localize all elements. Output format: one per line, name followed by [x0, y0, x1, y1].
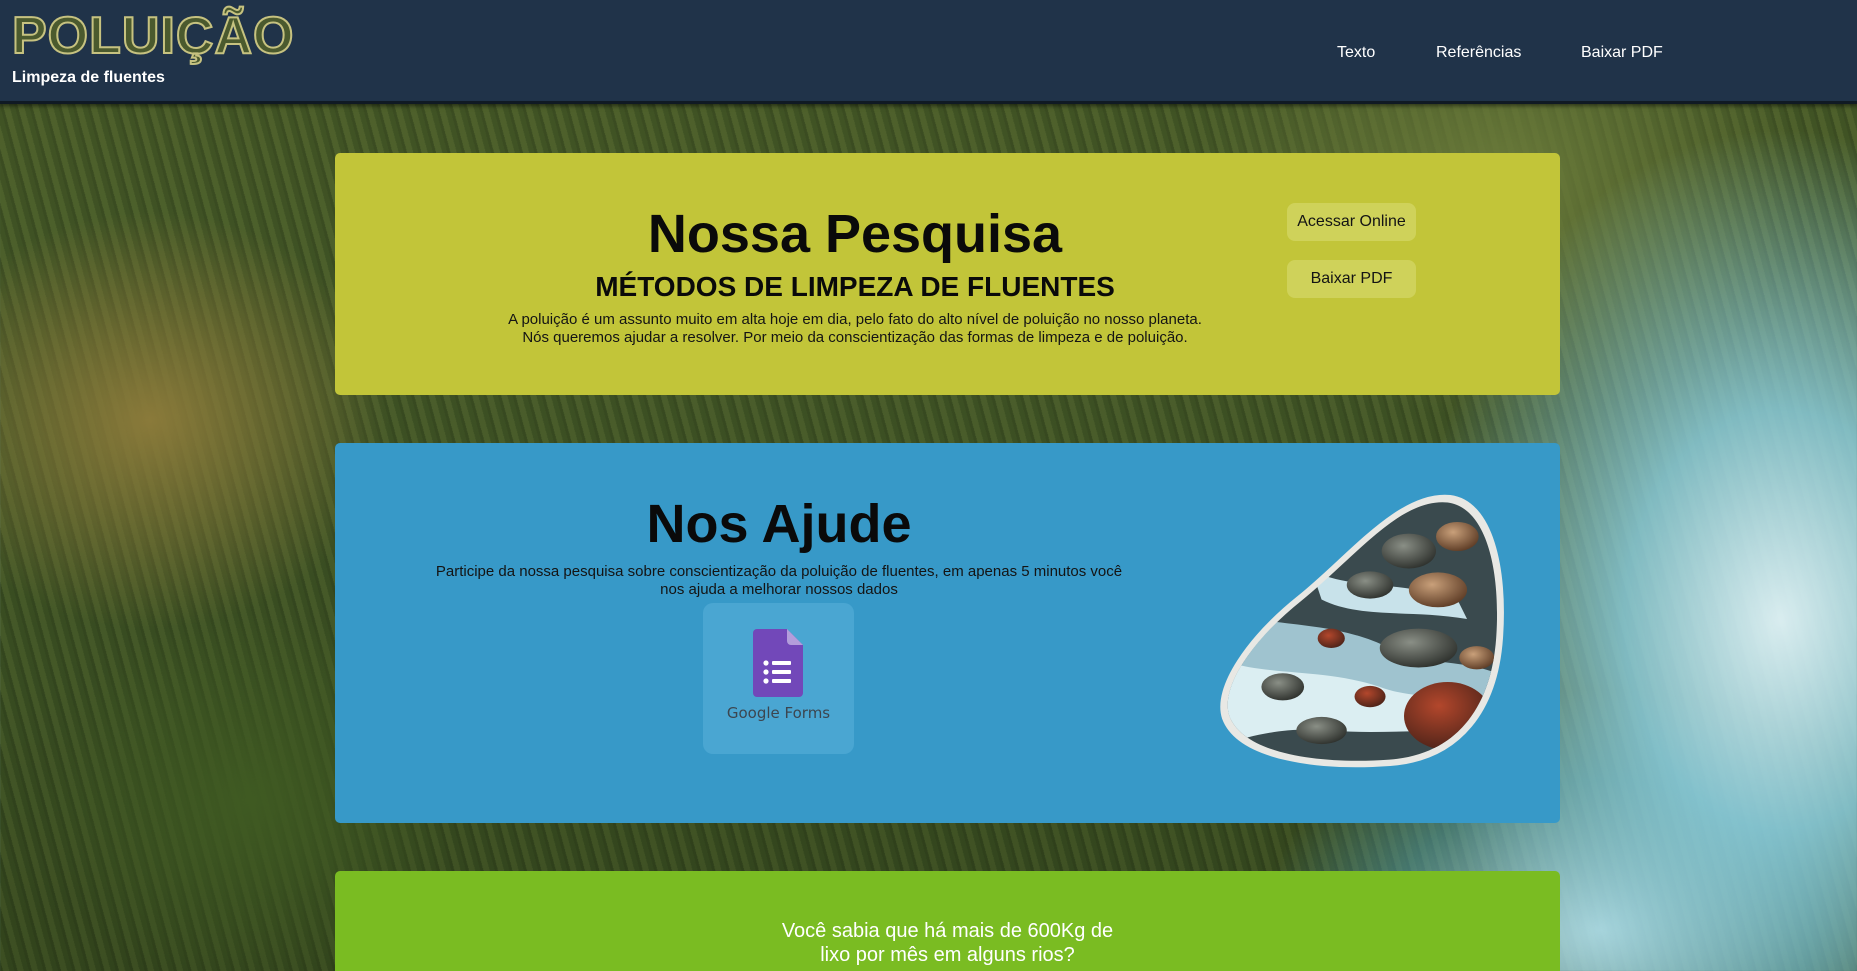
- google-forms-link[interactable]: Google Forms: [703, 603, 854, 754]
- brand-title: POLUIÇÃO: [11, 7, 295, 65]
- help-text-line1: Participe da nossa pesquisa sobre consci…: [435, 563, 1123, 580]
- research-text-line1: A poluição é um assunto muito em alta ho…: [508, 311, 1202, 328]
- fact-text: Você sabia que há mais de 600Kg de lixo …: [335, 919, 1560, 967]
- research-description: A poluição é um assunto muito em alta ho…: [470, 311, 1240, 347]
- brand-subtitle: Limpeza de fluentes: [12, 69, 165, 86]
- access-online-button[interactable]: Acessar Online: [1287, 203, 1416, 241]
- fact-section: Você sabia que há mais de 600Kg de lixo …: [335, 871, 1560, 971]
- research-subtitle: MÉTODOS DE LIMPEZA DE FLUENTES: [595, 271, 1115, 302]
- nav-link-referencias[interactable]: Referências: [1436, 44, 1521, 62]
- help-description: Participe da nossa pesquisa sobre consci…: [399, 563, 1159, 599]
- river-stream-image: [1220, 494, 1504, 768]
- research-title: Nossa Pesquisa: [647, 204, 1063, 264]
- help-section: Nos Ajude Participe da nossa pesquisa so…: [335, 443, 1560, 823]
- fact-text-line1: Você sabia que há mais de 600Kg de: [781, 920, 1114, 942]
- help-title: Nos Ajude: [646, 494, 912, 554]
- site-header: POLUIÇÃO Limpeza de fluentes Texto Refer…: [0, 0, 1857, 104]
- google-forms-label: Google Forms: [726, 704, 831, 722]
- nav-link-texto[interactable]: Texto: [1337, 44, 1375, 62]
- research-section: Nossa Pesquisa MÉTODOS DE LIMPEZA DE FLU…: [335, 153, 1560, 395]
- nav-link-baixar-pdf[interactable]: Baixar PDF: [1581, 44, 1663, 62]
- help-text-line2: nos ajuda a melhorar nossos dados: [660, 581, 898, 598]
- google-forms-icon: [753, 629, 803, 697]
- download-pdf-button[interactable]: Baixar PDF: [1287, 260, 1416, 298]
- research-text-line2: Nós queremos ajudar a resolver. Por meio…: [522, 329, 1188, 346]
- fact-text-line2: lixo por mês em alguns rios?: [820, 944, 1075, 966]
